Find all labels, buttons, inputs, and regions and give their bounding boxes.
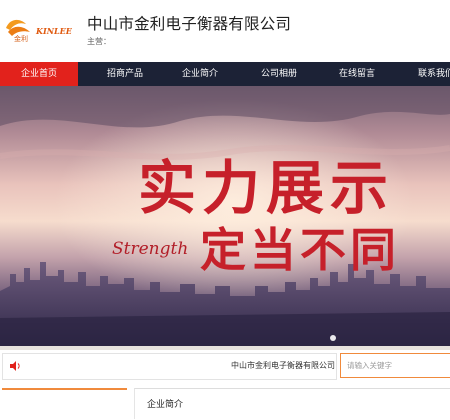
- nav-item-products[interactable]: 招商产品: [90, 62, 160, 86]
- notice-scroll-text[interactable]: 中山市金利电子衡器有限公司: [231, 360, 335, 371]
- kinlee-logo[interactable]: 金利 KINLEE: [2, 14, 80, 44]
- notice-row: 中山市金利电子衡器有限公司: [0, 352, 450, 380]
- hero-banner[interactable]: 实力展示 定当不同 Strength: [0, 86, 450, 346]
- banner-english-text: Strength: [112, 239, 188, 259]
- main-nav: 企业首页 招商产品 企业简介 公司相册 在线留言 联系我们: [0, 62, 450, 86]
- search-input[interactable]: [340, 353, 450, 378]
- banner-headline-1: 实力展示: [138, 154, 394, 222]
- nav-item-contact[interactable]: 联系我们: [404, 62, 450, 86]
- banner-image: 实力展示 定当不同 Strength: [0, 86, 450, 346]
- nav-item-about[interactable]: 企业简介: [165, 62, 235, 86]
- banner-divider: [0, 346, 450, 350]
- nav-item-message[interactable]: 在线留言: [322, 62, 392, 86]
- intro-section: 企业简介: [134, 388, 450, 419]
- nav-item-home[interactable]: 企业首页: [0, 62, 78, 86]
- intro-title: 企业简介: [147, 400, 184, 410]
- company-title: 中山市金利电子衡器有限公司: [87, 15, 292, 33]
- banner-headline-2: 定当不同: [200, 223, 400, 277]
- main-business-label: 主营：: [87, 37, 111, 46]
- category-box: [2, 388, 127, 420]
- site-header: 金利 KINLEE 中山市金利电子衡器有限公司 主营：: [0, 0, 450, 60]
- notice-box: 中山市金利电子衡器有限公司: [2, 353, 337, 380]
- logo-brand-text: KINLEE: [35, 26, 73, 36]
- speaker-icon: [10, 361, 20, 371]
- logo-mark-text: 金利: [14, 34, 28, 43]
- nav-item-album[interactable]: 公司相册: [244, 62, 314, 86]
- slider-dot[interactable]: [330, 335, 336, 341]
